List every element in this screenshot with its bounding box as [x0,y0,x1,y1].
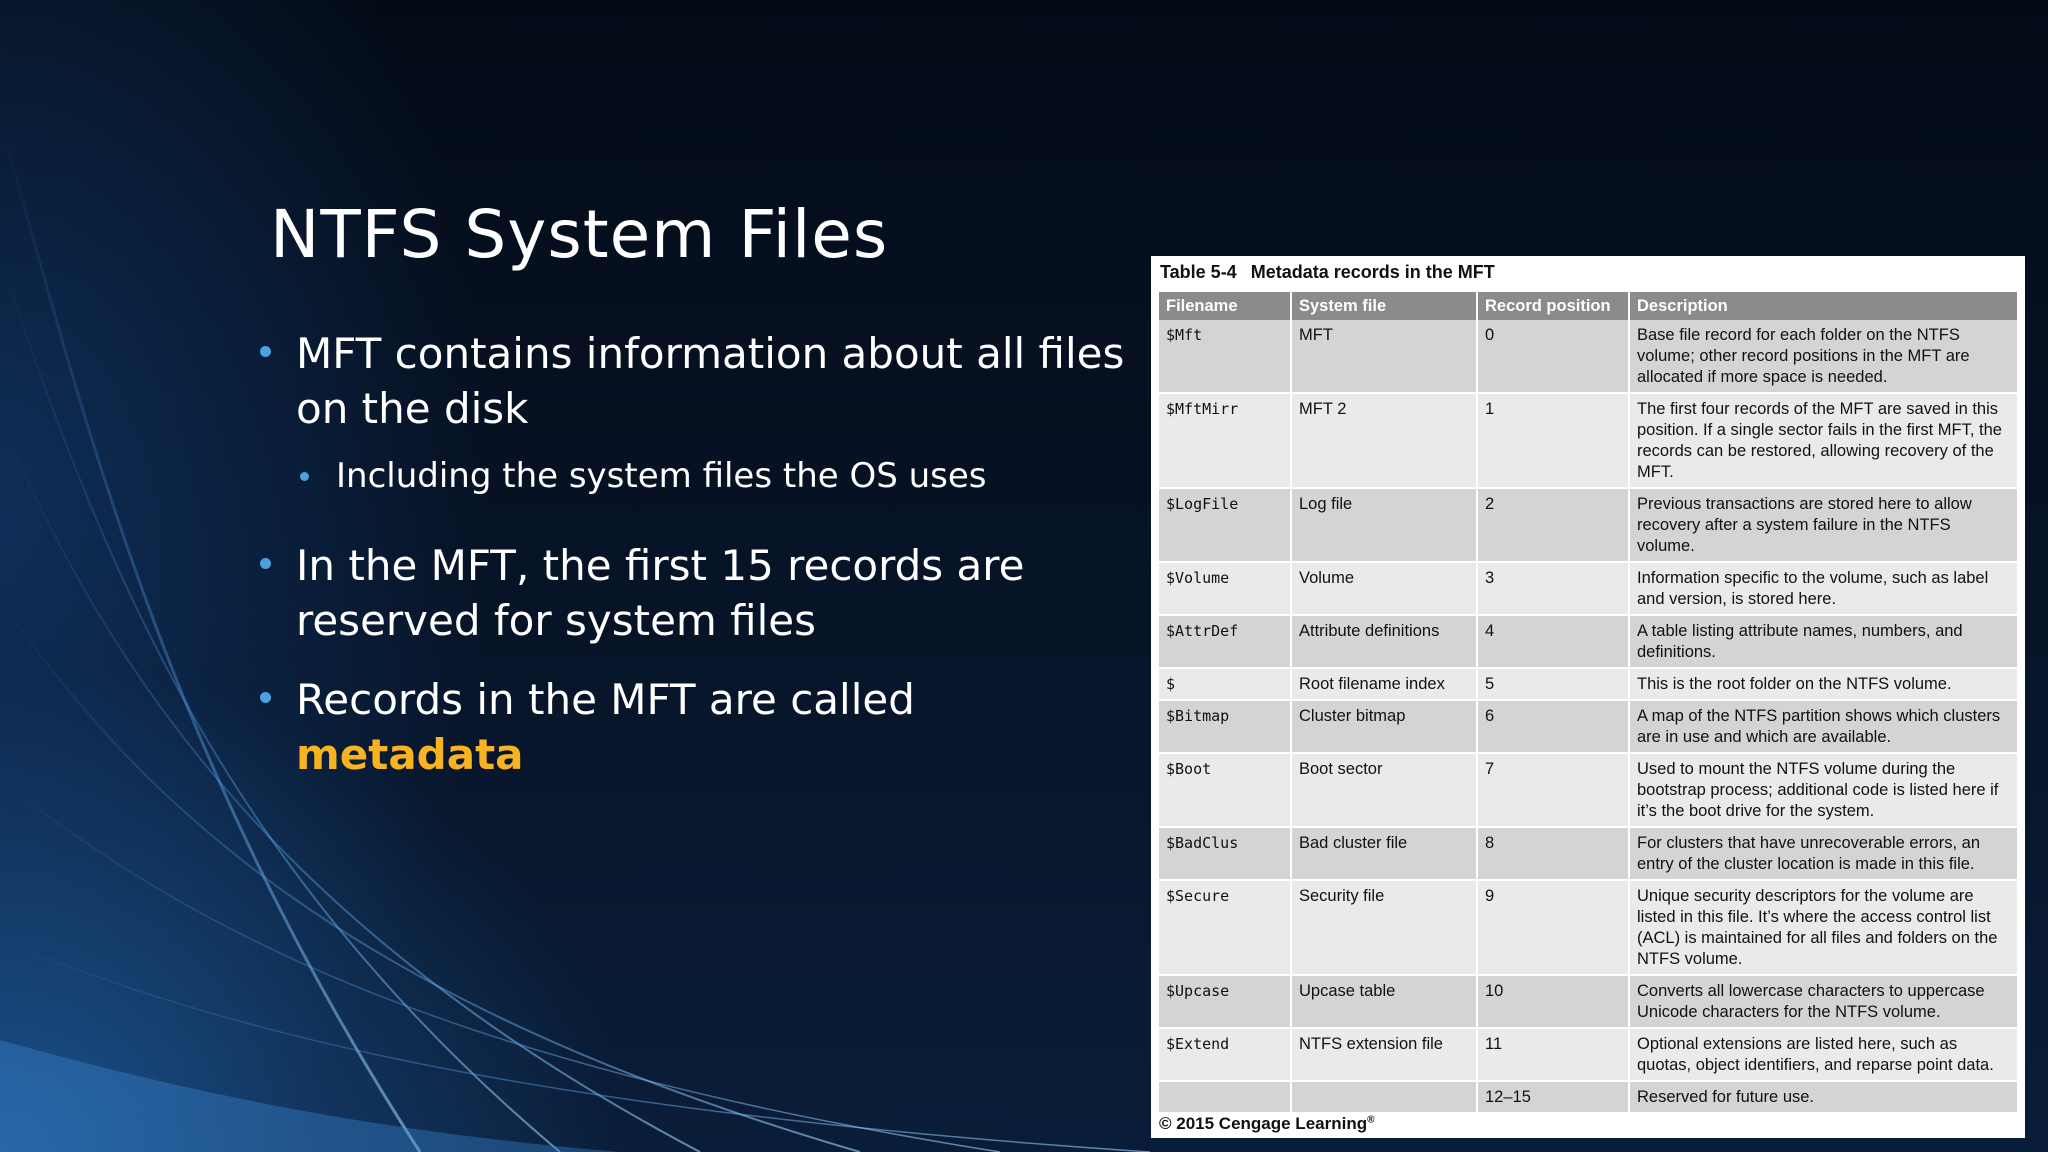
bullet-text: In the MFT, the first 15 records are res… [296,541,1025,645]
filename-cell: $LogFile [1159,488,1292,563]
table-body: $Mft MFT 0 Base file record for each folder… [1159,320,2019,1114]
table-row: $LogFile Log file 2 Previous transactions a… [1159,488,2019,563]
record-position-cell: 11 [1477,1028,1630,1082]
filename-cell: $MftMirr [1159,393,1292,489]
table-row: $MftMirr MFT 2 1 The first four records of … [1159,393,2019,489]
filename-cell: $Secure [1159,880,1292,976]
bullet-dot-icon [260,558,271,569]
table-row: $ Root filename index 5 This is the root fo… [1159,668,2019,701]
record-position-cell: 5 [1477,668,1630,701]
table-row: $Upcase Upcase table 10 Converts all lowerc… [1159,975,2019,1029]
table-caption: Table 5-4 Metadata records in the MFT [1160,262,1495,283]
system-file-cell: MFT [1291,320,1478,394]
record-position-cell: 3 [1477,562,1630,616]
description-cell: Converts all lowercase characters to upp… [1629,975,2019,1029]
record-position-cell: 12–15 [1477,1081,1630,1114]
description-cell: Optional extensions are listed here, suc… [1629,1028,2019,1082]
bullet-text: Records in the MFT are called [296,675,915,724]
system-file-cell: Attribute definitions [1291,615,1478,669]
table-row: $Bitmap Cluster bitmap 6 A map of the NTFS … [1159,700,2019,754]
record-position-cell: 0 [1477,320,1630,394]
table-row: $Boot Boot sector 7 Used to mount the NTFS … [1159,753,2019,828]
system-file-cell: MFT 2 [1291,393,1478,489]
table-row: $AttrDef Attribute definitions 4 A table li… [1159,615,2019,669]
system-file-cell: Cluster bitmap [1291,700,1478,754]
system-file-cell: Upcase table [1291,975,1478,1029]
description-cell: A table listing attribute names, numbers… [1629,615,2019,669]
bullet-dot-icon [260,346,271,357]
system-file-cell: Security file [1291,880,1478,976]
description-cell: Used to mount the NTFS volume during the… [1629,753,2019,828]
record-position-cell: 4 [1477,615,1630,669]
record-position-cell: 10 [1477,975,1630,1029]
highlighted-term: metadata [296,730,524,779]
description-cell: Information specific to the volume, such… [1629,562,2019,616]
description-cell: The first four records of the MFT are sa… [1629,393,2019,489]
table-caption-title: Metadata records in the MFT [1250,262,1495,282]
table-header-row: Filename System file Record position Des… [1159,292,2019,320]
table-figure-image: Table 5-4 Metadata records in the MFT Fil… [1151,256,2025,1138]
table-row: $Volume Volume 3 Information specific to th… [1159,562,2019,616]
system-file-cell: NTFS extension file [1291,1028,1478,1082]
description-cell: For clusters that have unrecoverable err… [1629,827,2019,881]
bullet-text: Including the system files the OS uses [336,456,987,496]
column-header: System file [1291,292,1478,320]
description-cell: A map of the NTFS partition shows which … [1629,700,2019,754]
bullet-list: MFT contains information about all files… [258,326,1138,806]
table-row: 12–15 Reserved for future use. [1159,1081,2019,1114]
record-position-cell: 6 [1477,700,1630,754]
slide-title: NTFS System Files [270,196,889,273]
filename-cell: $Upcase [1159,975,1292,1029]
table-row: $Secure Security file 9 Unique security des… [1159,880,2019,976]
bullet-text: MFT contains information about all files… [296,329,1138,433]
description-cell: This is the root folder on the NTFS volu… [1629,668,2019,701]
column-header: Record position [1477,292,1630,320]
system-file-cell [1291,1081,1478,1114]
bullet-dot-icon [260,692,271,703]
filename-cell: $Bitmap [1159,700,1292,754]
filename-cell: $Boot [1159,753,1292,828]
bullet-item: Records in the MFT are called metadata [258,672,1138,782]
filename-cell: $AttrDef [1159,615,1292,669]
table-row: $Extend NTFS extension file 11 Optional ext… [1159,1028,2019,1082]
copyright-notice: © 2015 Cengage Learning® [1159,1114,1374,1134]
column-header: Description [1629,292,2019,320]
record-position-cell: 8 [1477,827,1630,881]
column-header: Filename [1159,292,1292,320]
filename-cell: $Mft [1159,320,1292,394]
record-position-cell: 2 [1477,488,1630,563]
filename-cell: $ [1159,668,1292,701]
table-row: $Mft MFT 0 Base file record for each folder… [1159,320,2019,394]
system-file-cell: Log file [1291,488,1478,563]
system-file-cell: Boot sector [1291,753,1478,828]
system-file-cell: Bad cluster file [1291,827,1478,881]
filename-cell [1159,1081,1292,1114]
bullet-item: MFT contains information about all files… [258,326,1138,436]
description-cell: Previous transactions are stored here to… [1629,488,2019,563]
system-file-cell: Root filename index [1291,668,1478,701]
copyright-text: © 2015 Cengage Learning [1159,1114,1368,1133]
system-file-cell: Volume [1291,562,1478,616]
record-position-cell: 9 [1477,880,1630,976]
bullet-item: In the MFT, the first 15 records are res… [258,538,1138,648]
table-caption-number: Table 5-4 [1160,262,1237,282]
sub-bullet-item: Including the system files the OS uses [258,454,1138,498]
record-position-cell: 1 [1477,393,1630,489]
filename-cell: $BadClus [1159,827,1292,881]
filename-cell: $Volume [1159,562,1292,616]
description-cell: Reserved for future use. [1629,1081,2019,1114]
record-position-cell: 7 [1477,753,1630,828]
metadata-records-table: Filename System file Record position Des… [1159,292,2019,1114]
registered-mark: ® [1367,1114,1375,1126]
description-cell: Unique security descriptors for the volu… [1629,880,2019,976]
bullet-dot-icon [300,472,309,481]
filename-cell: $Extend [1159,1028,1292,1082]
table-row: $BadClus Bad cluster file 8 For clusters th… [1159,827,2019,881]
description-cell: Base file record for each folder on the … [1629,320,2019,394]
